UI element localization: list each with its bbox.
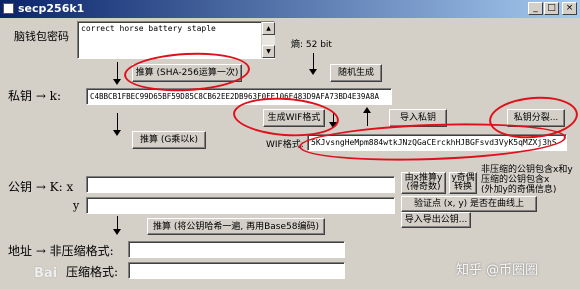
generate-wif-button[interactable]: 生成WIF格式 [263,109,325,127]
note-line-3: (外加y的奇偶信息) [481,185,557,195]
zhihu-watermark: 知乎 @币圈圈 [456,263,539,278]
derive-y-button[interactable]: 由x推算y (得奇数) [401,172,446,194]
parity-toggle-button[interactable]: y奇偶转换 [449,172,477,194]
split-privkey-button[interactable]: 私钥分裂... [507,109,565,127]
derive-address-button[interactable]: 推算 (将公钥哈希一遍, 再用Base58编码) [147,218,325,235]
brainwallet-input[interactable]: correct horse battery staple [77,21,275,59]
note-line-1: 非压缩的公钥包含x和y [481,165,573,175]
arrow-down-icon [113,62,121,85]
baidu-watermark: Bai [34,266,58,281]
entropy-label: 熵: 52 bit [291,40,332,50]
app-window: secp256k1 _ □ × 脑钱包密码 correct horse batt… [0,0,580,289]
title-bar: secp256k1 _ □ × [0,0,580,18]
pubkey-y-label: y [73,199,80,212]
wif-label: WIF格式: [266,140,304,150]
wif-input[interactable]: 5KJvsngHeMpm884wtkJNzQGaCErckhHJBGFsvd3V… [307,134,567,151]
scroll-down-icon[interactable]: ▼ [262,45,275,58]
maximize-button[interactable]: □ [544,2,559,15]
arrow-down-icon [329,113,337,128]
brainwallet-scrollbar[interactable]: ▲ ▼ [261,22,275,58]
privkey-input[interactable]: C4BBCB1FBEC99D65BF59D85C8CB62EE2DB963F0F… [86,88,392,105]
window-title: secp256k1 [18,2,85,15]
verify-point-button[interactable]: 验证点 (x, y) 是否在曲线上 [401,196,537,212]
address-compressed-input[interactable] [128,262,345,279]
privkey-label: 私钥 → k: [8,89,61,103]
arrow-down-icon [113,216,121,235]
derive-pubkey-button[interactable]: 推算 (G乘以k) [132,131,206,149]
pubkey-y-input[interactable] [86,197,395,214]
privkey-value: C4BBCB1FBEC99D65BF59D85C8CB62EE2DB963F0F… [90,92,379,101]
arrow-up-icon [363,107,371,126]
brainwallet-value: correct horse battery staple [81,24,216,33]
note-line-2: 压缩的公钥包含x [481,175,550,185]
close-button[interactable]: × [562,2,577,15]
wif-value: 5KJvsngHeMpm884wtkJNzQGaCErckhHJBGFsvd3V… [311,138,557,147]
address-label: 地址 → 非压缩格式: [8,244,114,258]
brainwallet-label: 脑钱包密码 [14,30,69,43]
pubkey-x-input[interactable] [86,176,395,193]
app-icon [3,3,14,14]
address-uncompressed-input[interactable] [128,241,345,258]
minimize-button[interactable]: _ [528,2,543,15]
scroll-up-icon[interactable]: ▲ [262,22,275,35]
pubkey-notes: 非压缩的公钥包含x和y 压缩的公钥包含x (外加y的奇偶信息) [481,165,578,195]
import-export-pubkey-button[interactable]: 导入导出公钥... [401,212,471,228]
sha256-button[interactable]: 推算 (SHA-256运算一次) [132,64,242,82]
random-generate-button[interactable]: 随机生成 [330,64,382,82]
import-privkey-button[interactable]: 导入私钥 [389,109,447,127]
arrow-down-icon [113,113,121,136]
arrow-down-icon [309,53,317,75]
address-compressed-label: 压缩格式: [66,265,119,279]
pubkey-label: 公钥 → K: x [8,180,74,194]
